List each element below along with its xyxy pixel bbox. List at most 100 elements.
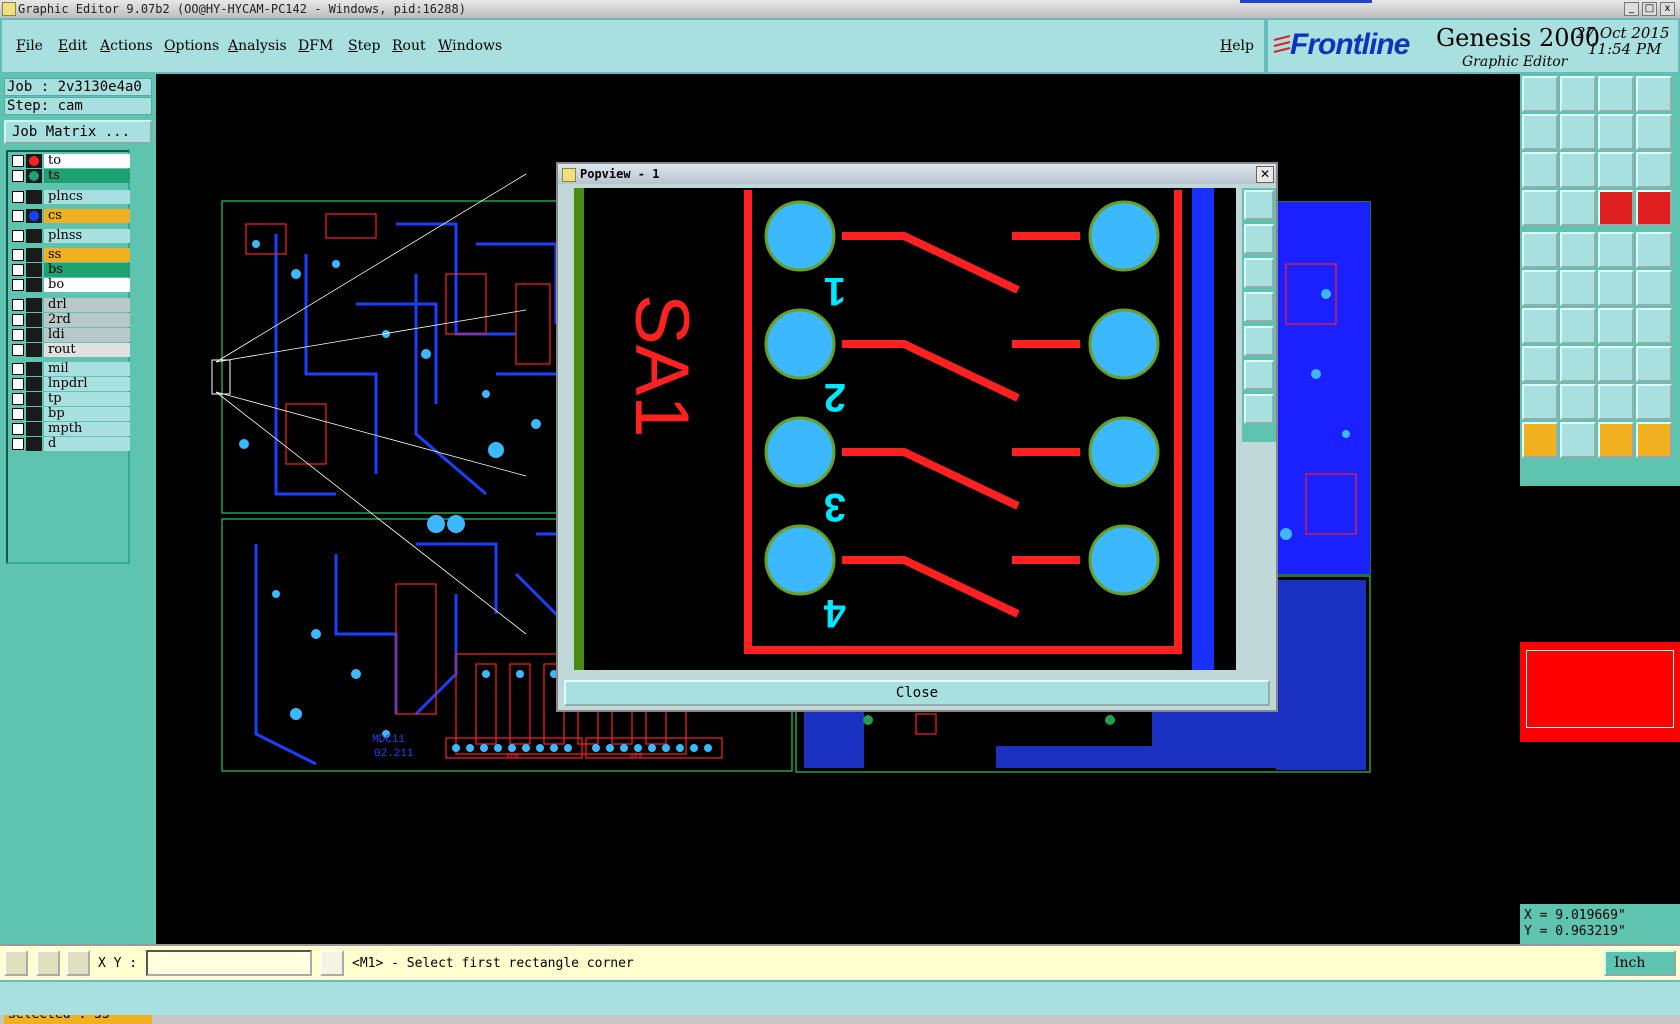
layer-color-swatch[interactable] (26, 298, 42, 312)
layer-checkbox[interactable] (12, 423, 24, 435)
move-minus-icon[interactable] (1560, 346, 1596, 382)
layer-row-ts[interactable]: ts (10, 169, 130, 183)
menu-rout[interactable]: Rout (392, 38, 426, 54)
layer-row-plnss[interactable]: plnss (10, 229, 130, 243)
layer-name[interactable]: tp (44, 392, 130, 406)
step-forward-icon[interactable] (1636, 114, 1672, 150)
font-icon[interactable] (1636, 308, 1672, 344)
menu-dfm[interactable]: DFM (298, 38, 333, 54)
menu-edit[interactable]: Edit (58, 38, 87, 54)
add-hole-icon[interactable] (1636, 232, 1672, 268)
layer-name[interactable]: ldi (44, 328, 130, 342)
layer-row-mil[interactable]: mil (10, 362, 130, 376)
layer-row-drl[interactable]: drl (10, 298, 130, 312)
arc-icon[interactable] (1636, 270, 1672, 306)
layer-color-swatch[interactable] (26, 169, 42, 183)
menu-analysis[interactable]: Analysis (228, 38, 287, 54)
layer-color-swatch[interactable] (26, 209, 42, 223)
layer-name[interactable]: bp (44, 407, 130, 421)
close-window-button[interactable]: x (1660, 2, 1675, 16)
layer-color-swatch[interactable] (26, 278, 42, 292)
popview-center-icon[interactable] (1244, 394, 1274, 424)
layer-name[interactable]: bo (44, 278, 130, 292)
layer-checkbox[interactable] (12, 155, 24, 167)
layer-name[interactable]: ss (44, 248, 130, 262)
layer-name[interactable]: d (44, 437, 130, 451)
popview-zoom-in-icon[interactable] (1244, 224, 1274, 254)
net-highlight-icon[interactable] (1598, 190, 1634, 226)
slope-icon[interactable] (1522, 384, 1558, 420)
layer-name[interactable]: lnpdrl (44, 377, 130, 391)
layer-color-swatch[interactable] (26, 229, 42, 243)
layer-checkbox[interactable] (12, 314, 24, 326)
copy-icon[interactable] (1636, 346, 1672, 382)
layer-name[interactable]: bs (44, 263, 130, 277)
move-right-icon[interactable] (1560, 114, 1596, 150)
layer-checkbox[interactable] (12, 378, 24, 390)
zoom-fit-icon[interactable] (1522, 152, 1558, 188)
menu-file[interactable]: File (16, 38, 43, 54)
layer-name[interactable]: 2rd (44, 313, 130, 327)
popview-pan-left-icon[interactable] (1244, 292, 1274, 322)
maximize-button[interactable]: □ (1642, 2, 1657, 16)
layer-row-ldi[interactable]: ldi (10, 328, 130, 342)
alert-icon[interactable] (320, 950, 344, 976)
layer-row-plncs[interactable]: plncs (10, 190, 130, 204)
layer-color-swatch[interactable] (26, 154, 42, 168)
layer-name[interactable]: ts (44, 169, 130, 183)
add-pad-icon[interactable] (1522, 232, 1558, 268)
overview-map[interactable] (1520, 642, 1680, 742)
net-select-icon[interactable] (1636, 190, 1672, 226)
unit-selector[interactable]: Inch (1604, 950, 1676, 976)
popview-pan-right-icon[interactable] (1244, 326, 1274, 356)
rotate-icon[interactable] (1598, 308, 1634, 344)
popview-zoom-out-icon[interactable] (1244, 258, 1274, 288)
xy-input[interactable] (146, 950, 312, 976)
layer-name[interactable]: mil (44, 362, 130, 376)
layer-checkbox[interactable] (12, 210, 24, 222)
layer-checkbox[interactable] (12, 191, 24, 203)
layer-row-mpth[interactable]: mpth (10, 422, 130, 436)
select-box-icon[interactable] (1560, 422, 1596, 458)
overview-viewport[interactable] (1526, 650, 1674, 728)
layer-row-bp[interactable]: bp (10, 407, 130, 421)
angle-icon[interactable] (36, 950, 60, 976)
resize-icon[interactable] (1598, 346, 1634, 382)
config-icon[interactable] (1522, 190, 1558, 226)
layer-row-to[interactable]: to (10, 154, 130, 168)
layer-name[interactable]: plnss (44, 229, 130, 243)
layer-row-d[interactable]: d (10, 437, 130, 451)
move-up-icon[interactable] (1522, 76, 1558, 112)
layer-color-swatch[interactable] (26, 343, 42, 357)
triangle-c-icon[interactable] (1636, 384, 1672, 420)
layer-checkbox[interactable] (12, 438, 24, 450)
job-matrix-button[interactable]: Job Matrix ... (4, 120, 152, 144)
popview-zoom-fit-icon[interactable] (1244, 190, 1274, 220)
layer-name[interactable]: rout (44, 343, 130, 357)
layer-color-swatch[interactable] (26, 328, 42, 342)
layer-checkbox[interactable] (12, 344, 24, 356)
layer-checkbox[interactable] (12, 393, 24, 405)
layer-color-swatch[interactable] (26, 437, 42, 451)
popview-close-icon[interactable]: ✕ (1256, 166, 1274, 183)
layer-color-swatch[interactable] (26, 190, 42, 204)
layer-row-lnpdrl[interactable]: lnpdrl (10, 377, 130, 391)
layer-checkbox[interactable] (12, 249, 24, 261)
measure-icon[interactable] (1598, 232, 1634, 268)
layer-checkbox[interactable] (12, 363, 24, 375)
layer-checkbox[interactable] (12, 279, 24, 291)
menu-windows[interactable]: Windows (438, 38, 502, 54)
popview-fit-icon[interactable] (1244, 360, 1274, 390)
move-down-icon[interactable] (1560, 76, 1596, 112)
layer-name[interactable]: to (44, 154, 130, 168)
layer-name[interactable]: plncs (44, 190, 130, 204)
step-back-icon[interactable] (1598, 114, 1634, 150)
layer-row-ss[interactable]: ss (10, 248, 130, 262)
layer-color-swatch[interactable] (26, 407, 42, 421)
layer-name[interactable]: cs (44, 209, 130, 223)
layer-checkbox[interactable] (12, 329, 24, 341)
layer-name[interactable]: mpth (44, 422, 130, 436)
menu-options[interactable]: Options (164, 38, 219, 54)
help-icon[interactable] (1636, 152, 1672, 188)
pad-line-icon[interactable] (1522, 346, 1558, 382)
